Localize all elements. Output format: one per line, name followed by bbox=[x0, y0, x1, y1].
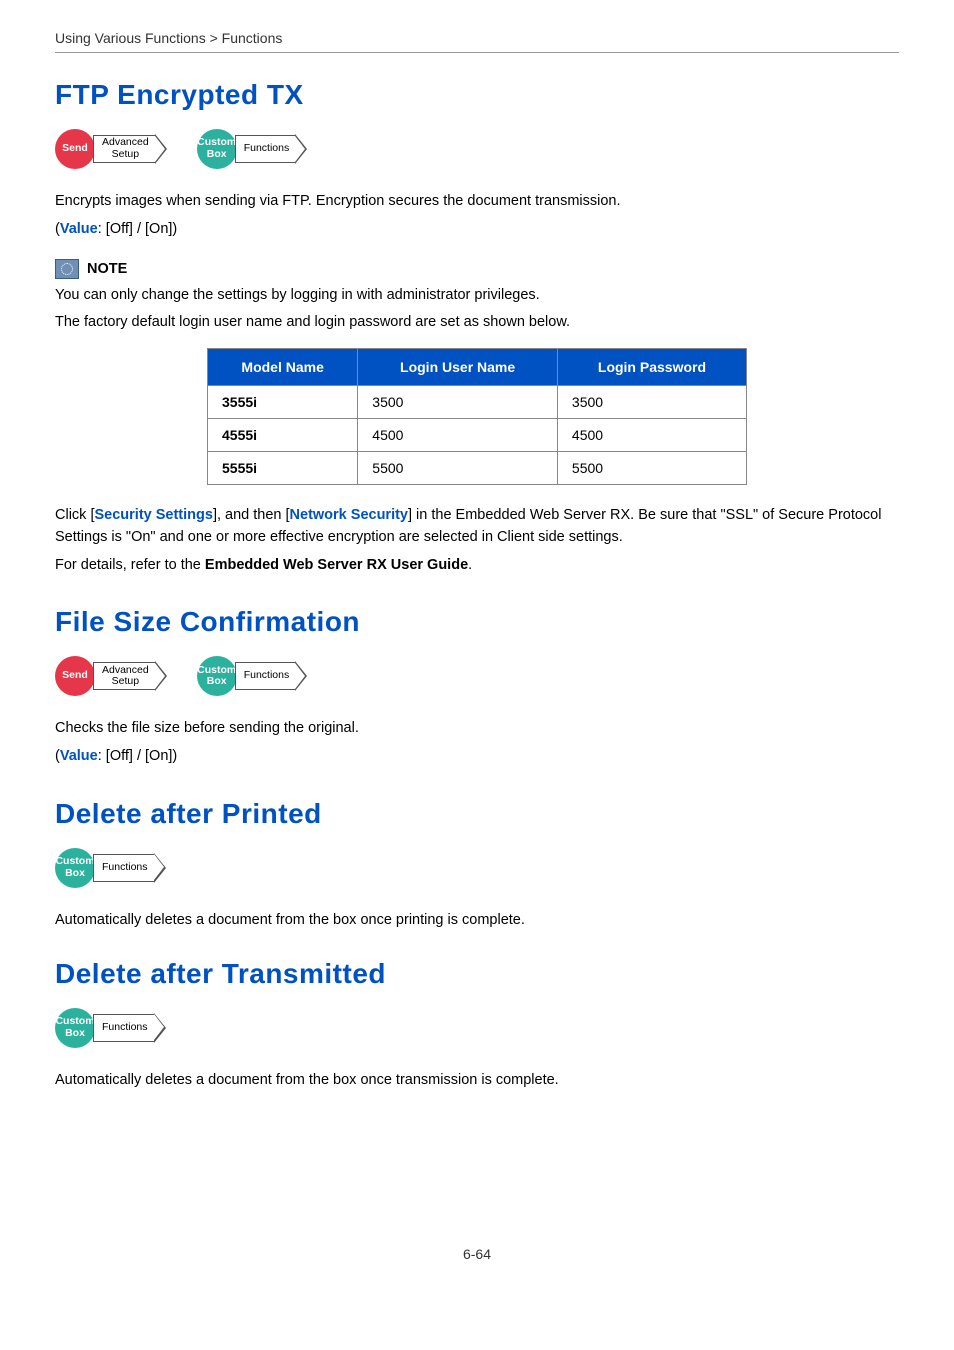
cell: 3555i bbox=[208, 386, 358, 419]
text: ], and then [ bbox=[213, 507, 290, 523]
cell: 4500 bbox=[557, 419, 746, 452]
cell: 4500 bbox=[358, 419, 558, 452]
heading-delete-after-transmitted: Delete after Transmitted bbox=[55, 958, 899, 990]
advanced-setup-tab: AdvancedSetup bbox=[93, 661, 167, 691]
advanced-setup-label: AdvancedSetup bbox=[93, 662, 155, 690]
table-row: 4555i 4500 4500 bbox=[208, 419, 747, 452]
text: For details, refer to the bbox=[55, 557, 205, 573]
security-settings-text: Click [Security Settings], and then [Net… bbox=[55, 505, 899, 549]
filesize-description: Checks the file size before sending the … bbox=[55, 718, 899, 740]
text: Click [ bbox=[55, 507, 94, 523]
page-number: 6-64 bbox=[0, 1246, 954, 1262]
send-badge: Send bbox=[55, 656, 95, 696]
note-text-1: You can only change the settings by logg… bbox=[55, 285, 899, 307]
custom-box-badge: CustomBox bbox=[55, 1008, 95, 1048]
note-text-2: The factory default login user name and … bbox=[55, 312, 899, 334]
note-label: NOTE bbox=[87, 261, 127, 277]
chevron-right-icon bbox=[295, 134, 307, 164]
custom-box-badge: CustomBox bbox=[55, 848, 95, 888]
text: : [Off] / [On]) bbox=[98, 748, 178, 764]
functions-label: Functions bbox=[235, 135, 296, 163]
del-transmitted-description: Automatically deletes a document from th… bbox=[55, 1070, 899, 1092]
value-label: Value bbox=[60, 748, 98, 764]
text: : [Off] / [On]) bbox=[98, 221, 178, 237]
value-label: Value bbox=[60, 221, 98, 237]
th-user: Login User Name bbox=[358, 349, 558, 386]
functions-label: Functions bbox=[93, 1014, 154, 1042]
text: . bbox=[468, 557, 472, 573]
cell: 3500 bbox=[358, 386, 558, 419]
advanced-setup-label: AdvancedSetup bbox=[93, 135, 155, 163]
network-security-link[interactable]: Network Security bbox=[290, 507, 408, 523]
chevron-right-icon bbox=[154, 1013, 166, 1043]
chevron-right-icon bbox=[155, 661, 167, 691]
note-icon bbox=[55, 259, 79, 279]
note-header: NOTE bbox=[55, 259, 899, 279]
del-printed-description: Automatically deletes a document from th… bbox=[55, 910, 899, 932]
functions-tab: Functions bbox=[93, 853, 166, 883]
refer-text: For details, refer to the Embedded Web S… bbox=[55, 555, 899, 577]
badge-row-del-printed: CustomBox Functions bbox=[55, 848, 899, 888]
functions-label: Functions bbox=[93, 854, 154, 882]
functions-tab: Functions bbox=[235, 661, 308, 691]
cell: 5555i bbox=[208, 452, 358, 485]
ftp-description: Encrypts images when sending via FTP. En… bbox=[55, 191, 899, 213]
cell: 5500 bbox=[358, 452, 558, 485]
cell: 5500 bbox=[557, 452, 746, 485]
filesize-value-line: (Value: [Off] / [On]) bbox=[55, 746, 899, 768]
th-model: Model Name bbox=[208, 349, 358, 386]
send-badge: Send bbox=[55, 129, 95, 169]
security-settings-link[interactable]: Security Settings bbox=[94, 507, 212, 523]
ftp-value-line: (Value: [Off] / [On]) bbox=[55, 219, 899, 241]
divider bbox=[55, 52, 899, 53]
cell: 3500 bbox=[557, 386, 746, 419]
chevron-right-icon bbox=[155, 134, 167, 164]
heading-delete-after-printed: Delete after Printed bbox=[55, 798, 899, 830]
custom-box-badge: CustomBox bbox=[197, 129, 237, 169]
heading-ftp-encrypted-tx: FTP Encrypted TX bbox=[55, 79, 899, 111]
functions-tab: Functions bbox=[235, 134, 308, 164]
breadcrumb: Using Various Functions > Functions bbox=[55, 30, 899, 46]
functions-label: Functions bbox=[235, 662, 296, 690]
badge-row-ftp: Send AdvancedSetup CustomBox Functions bbox=[55, 129, 899, 169]
heading-file-size-confirmation: File Size Confirmation bbox=[55, 606, 899, 638]
chevron-right-icon bbox=[154, 853, 166, 883]
chevron-right-icon bbox=[295, 661, 307, 691]
advanced-setup-tab: AdvancedSetup bbox=[93, 134, 167, 164]
badge-row-del-transmitted: CustomBox Functions bbox=[55, 1008, 899, 1048]
badge-row-filesize: Send AdvancedSetup CustomBox Functions bbox=[55, 656, 899, 696]
custom-box-badge: CustomBox bbox=[197, 656, 237, 696]
functions-tab: Functions bbox=[93, 1013, 166, 1043]
th-pass: Login Password bbox=[557, 349, 746, 386]
guide-name: Embedded Web Server RX User Guide bbox=[205, 557, 468, 573]
login-table: Model Name Login User Name Login Passwor… bbox=[207, 348, 747, 485]
table-row: 5555i 5500 5500 bbox=[208, 452, 747, 485]
cell: 4555i bbox=[208, 419, 358, 452]
table-row: 3555i 3500 3500 bbox=[208, 386, 747, 419]
